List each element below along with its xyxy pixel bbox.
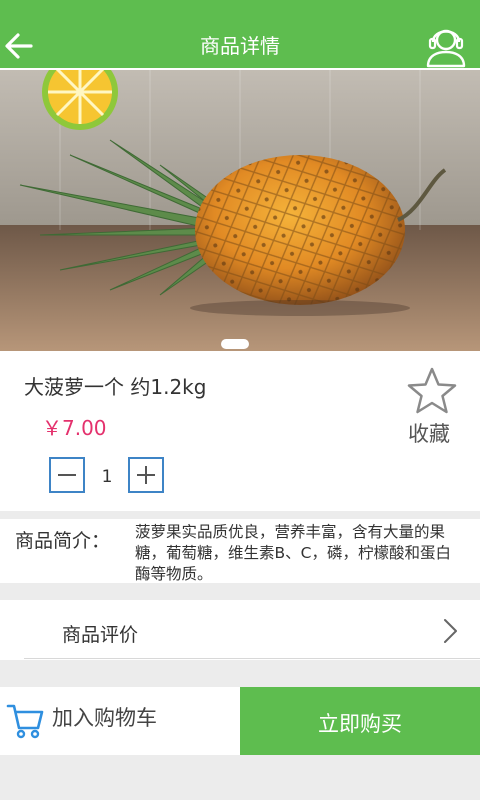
quantity-increase-button[interactable] [128,457,164,493]
product-name: 大菠萝一个 约1.2kg [24,375,207,399]
page-title: 商品详情 [200,34,280,58]
review-label: 商品评价 [62,624,139,646]
quantity-value[interactable]: 1 [92,467,122,487]
intro-text: 菠萝果实品质优良，营养丰富，含有大量的果糖，葡萄糖，维生素B、C，磷，柠檬酸和蛋… [135,523,451,583]
intro-label: 商品简介： [15,530,111,552]
customer-service-icon[interactable] [420,22,472,68]
carousel-indicator [221,339,249,349]
divider [24,658,480,659]
minus-icon [58,474,76,476]
favorite-label[interactable]: 收藏 [408,418,450,448]
product-image-banner[interactable] [0,70,480,351]
quantity-decrease-button[interactable] [49,457,85,493]
shopping-cart-icon [6,704,44,739]
pineapple-product-photo [0,70,480,351]
header-bar: 商品详情 [0,0,480,70]
plus-icon [137,466,155,484]
chevron-right-icon [444,619,457,643]
star-outline-icon[interactable] [406,366,458,416]
buy-now-label: 立即购买 [318,712,402,736]
product-price: ￥7.00 [42,416,107,440]
add-to-cart-label: 加入购物车 [52,706,157,730]
